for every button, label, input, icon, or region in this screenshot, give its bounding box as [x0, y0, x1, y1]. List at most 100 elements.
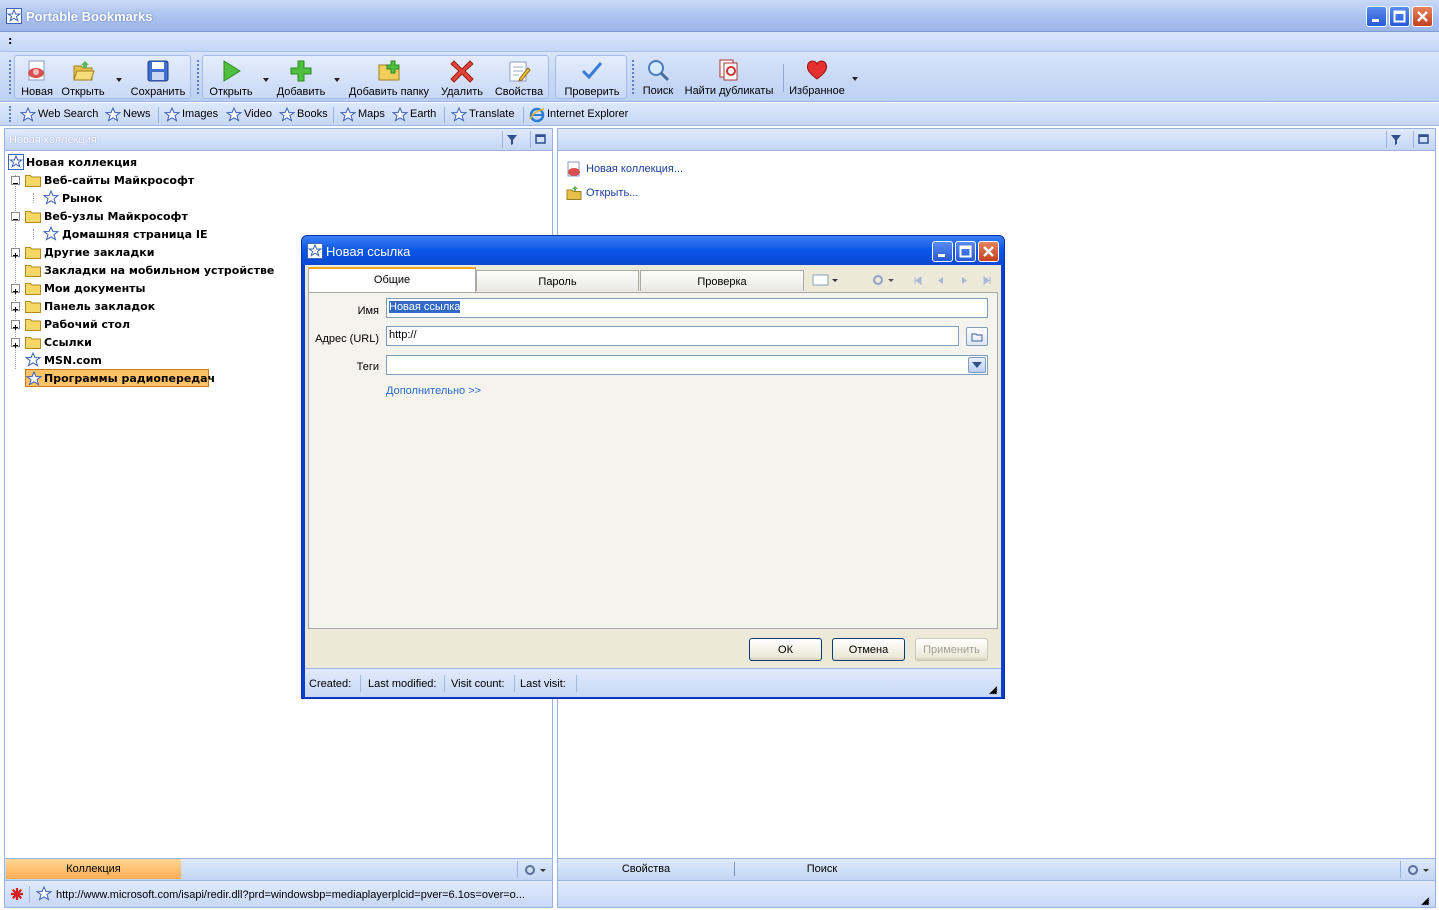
add-button[interactable]: Добавить — [273, 56, 329, 100]
check-button[interactable]: Проверить — [558, 56, 626, 100]
panel-maximize-button[interactable] — [530, 131, 548, 148]
close-icon — [983, 246, 994, 257]
menu-overflow[interactable]: : — [8, 34, 12, 47]
tree-item-bookmark[interactable]: Рынок — [43, 189, 543, 207]
resize-grip-icon[interactable] — [1420, 896, 1430, 906]
collection-star-icon — [8, 154, 24, 170]
delete-button[interactable]: Удалить — [437, 56, 487, 100]
gear-dropdown-icon — [873, 275, 894, 285]
save-collection-button[interactable]: Сохранить — [127, 56, 189, 100]
details-filter-button[interactable] — [1386, 131, 1404, 148]
url-input[interactable]: http:// — [386, 326, 959, 346]
window-title-bar: Portable Bookmarks — [0, 0, 1439, 32]
toolbar-grip[interactable] — [632, 60, 635, 94]
general-tab-page: Имя Новая ссылка Адрес (URL) http:// Тег… — [308, 292, 998, 629]
collection-options-button[interactable] — [517, 861, 549, 878]
resize-grip-icon[interactable] — [988, 685, 998, 695]
apply-button[interactable]: Применить — [915, 638, 988, 661]
ok-button[interactable]: ОК — [749, 638, 822, 661]
expand-toggle[interactable] — [11, 320, 20, 330]
tree-item-root[interactable]: Новая коллекция — [8, 153, 548, 171]
tree-item-bookmark-selected[interactable]: Программы радиопередач — [25, 369, 215, 387]
dialog-minimize-button[interactable] — [932, 241, 953, 262]
tab-collection[interactable]: Коллекция — [6, 859, 181, 879]
link-video[interactable]: Video — [226, 107, 276, 123]
open-dropdown-arrow-icon[interactable] — [116, 78, 122, 82]
favorites-dropdown-arrow-icon[interactable] — [852, 77, 858, 81]
link-translate[interactable]: Translate — [451, 107, 521, 123]
folder-icon — [25, 211, 41, 223]
link-maps[interactable]: Maps — [340, 107, 390, 123]
toolbar-group-check: Проверить — [555, 55, 627, 99]
open-link-dropdown-arrow-icon[interactable] — [263, 78, 269, 82]
add-folder-icon — [378, 60, 400, 81]
link-books[interactable]: Books — [279, 107, 329, 123]
dialog-status-bar: Created: Last modified: Visit count: Las… — [305, 668, 1001, 697]
tab-properties[interactable]: Свойства — [558, 859, 734, 879]
maximize-button[interactable] — [1389, 6, 1410, 27]
tab-general[interactable]: Общие — [308, 267, 476, 292]
tags-combobox[interactable] — [386, 355, 988, 375]
links-grip[interactable] — [9, 106, 12, 122]
star-icon — [451, 107, 467, 122]
open-collection-button[interactable]: Открыть — [59, 56, 107, 100]
minimize-button[interactable] — [1366, 6, 1387, 27]
folder-icon — [25, 265, 41, 277]
toolbar-grip[interactable] — [197, 60, 200, 94]
folder-icon — [25, 175, 41, 187]
tree-item-folder[interactable]: Веб-узлы Майкрософт — [11, 207, 551, 225]
dialog-body: Пароль Проверка Общие Имя Новая ссылка А… — [305, 265, 1001, 697]
expand-toggle[interactable] — [11, 338, 20, 348]
link-news[interactable]: News — [105, 107, 155, 123]
dialog-maximize-button[interactable] — [955, 241, 976, 262]
details-options-button[interactable] — [1400, 861, 1433, 878]
browse-url-button[interactable] — [966, 327, 988, 346]
collapse-toggle[interactable] — [11, 176, 20, 185]
collapse-toggle[interactable] — [11, 212, 20, 221]
find-duplicates-button[interactable]: Найти дубликаты — [680, 55, 778, 99]
search-button[interactable]: Поиск — [640, 55, 676, 99]
toolbar-group-edit: Открыть Добавить Добавить папку Удалить … — [202, 55, 549, 99]
filter-button[interactable] — [502, 131, 520, 148]
main-toolbar: Новая Открыть Сохранить Открыть Добавить… — [0, 52, 1439, 102]
folder-icon — [25, 319, 41, 331]
expand-toggle[interactable] — [11, 248, 20, 258]
tags-dropdown-button[interactable] — [968, 357, 986, 373]
favorites-button[interactable]: Избранное — [787, 55, 847, 99]
details-status-bar — [558, 880, 1435, 907]
tab-check[interactable]: Проверка — [640, 270, 804, 291]
cancel-button[interactable]: Отмена — [832, 638, 905, 661]
link-web-search[interactable]: Web Search — [20, 107, 100, 123]
properties-button[interactable]: Свойства — [491, 56, 547, 100]
dialog-close-button[interactable] — [978, 241, 999, 262]
star-icon — [392, 107, 408, 122]
color-picker-button[interactable] — [811, 272, 841, 289]
new-document-icon — [567, 161, 580, 177]
last-modified-field: Last modified: — [368, 678, 437, 690]
name-input[interactable]: Новая ссылка — [386, 298, 988, 318]
tree-item-folder[interactable]: Веб-сайты Майкрософт — [11, 171, 551, 189]
add-folder-button[interactable]: Добавить папку — [345, 56, 433, 100]
toolbar-grip[interactable] — [9, 60, 12, 94]
open-link-button[interactable]: Открыть — [205, 56, 257, 100]
new-collection-button[interactable]: Новая — [17, 56, 57, 100]
add-dropdown-arrow-icon[interactable] — [334, 78, 340, 82]
action-new-collection[interactable]: Новая коллекция... — [566, 161, 766, 177]
details-maximize-button[interactable] — [1413, 131, 1431, 148]
expand-toggle[interactable] — [11, 284, 20, 294]
action-open[interactable]: Открыть... — [566, 185, 766, 201]
link-images[interactable]: Images — [164, 107, 222, 123]
name-input-value: Новая ссылка — [389, 301, 461, 313]
bookmark-star-icon — [307, 243, 323, 259]
tab-search[interactable]: Поиск — [735, 859, 909, 879]
link-earth[interactable]: Earth — [392, 107, 442, 123]
expand-toggle[interactable] — [11, 302, 20, 312]
star-icon — [43, 190, 59, 205]
panel-window-icon — [1418, 134, 1429, 144]
close-button[interactable] — [1412, 6, 1433, 27]
dialog-options-button[interactable] — [869, 272, 899, 289]
navigation-arrows-icon[interactable] — [911, 272, 999, 289]
link-internet-explorer[interactable]: Internet Explorer — [529, 107, 639, 123]
tab-password[interactable]: Пароль — [476, 270, 639, 291]
more-options-link[interactable]: Дополнительно >> — [386, 385, 481, 397]
